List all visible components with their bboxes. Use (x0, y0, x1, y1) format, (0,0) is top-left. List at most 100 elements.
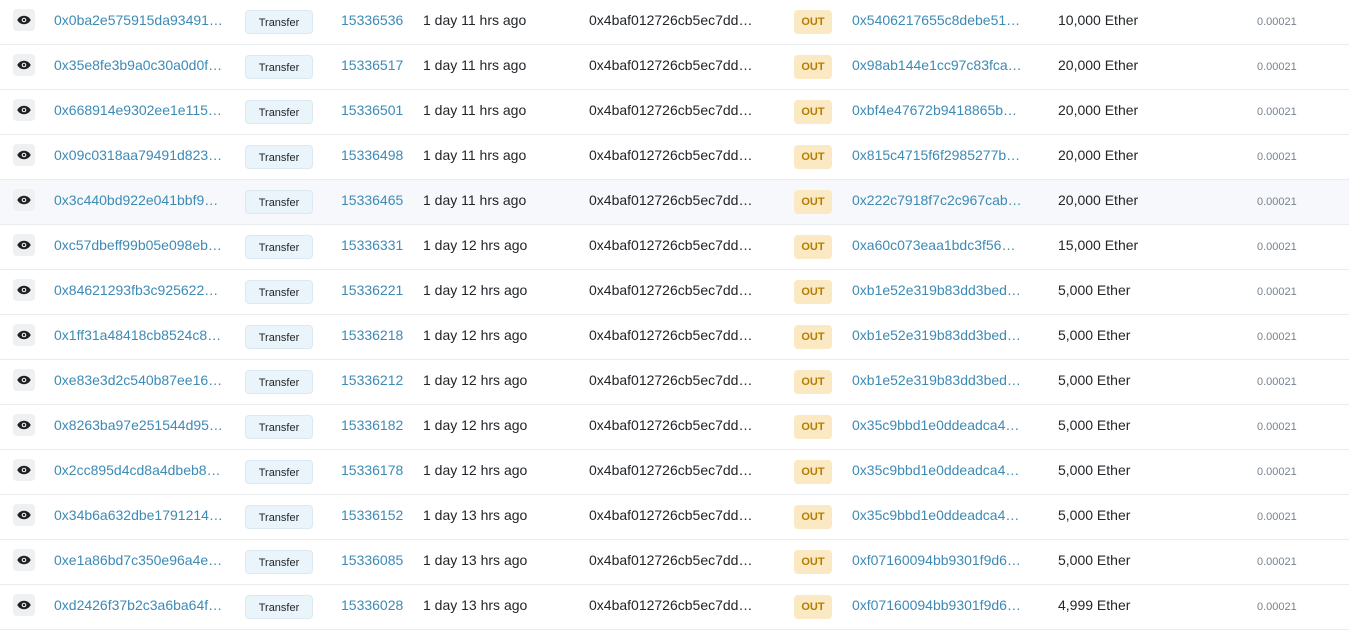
age-text: 1 day 11 hrs ago (423, 102, 527, 118)
eye-icon (17, 285, 31, 295)
age-text: 1 day 13 hrs ago (423, 507, 528, 523)
direction-badge: OUT (794, 370, 832, 394)
txn-hash-link[interactable]: 0x3c440bd922e041bbf9… (54, 180, 218, 225)
from-address: 0x4baf012726cb5ec7dd… (589, 552, 753, 568)
table-row: 0x1ff31a48418cb8524c8… Transfer 15336218… (0, 315, 1349, 360)
table-row: 0x34b6a632dbe1791214… Transfer 15336152 … (0, 495, 1349, 540)
to-address-link[interactable]: 0xb1e52e319b83dd3bed… (852, 360, 1021, 405)
table-row: 0x0ba2e575915da93491… Transfer 15336536 … (0, 0, 1349, 45)
method-badge: Transfer (245, 190, 313, 214)
age-text: 1 day 11 hrs ago (423, 192, 527, 208)
value-text: 20,000 Ether (1058, 57, 1139, 73)
direction-badge: OUT (794, 100, 832, 124)
block-link[interactable]: 15336501 (341, 90, 403, 135)
direction-badge: OUT (794, 10, 832, 34)
value-text: 5,000 Ether (1058, 417, 1131, 433)
txn-hash-link[interactable]: 0x8263ba97e251544d95… (54, 405, 223, 450)
method-badge: Transfer (245, 55, 313, 79)
to-address-link[interactable]: 0xf07160094bb9301f9d6… (852, 540, 1021, 585)
txn-fee-text: 0.00021 (1257, 421, 1297, 433)
view-details-button[interactable] (13, 144, 35, 166)
txn-hash-link[interactable]: 0x2cc895d4cd8a4dbeb8… (54, 450, 221, 495)
value-text: 10,000 Ether (1058, 12, 1139, 28)
txn-hash-link[interactable]: 0x34b6a632dbe1791214… (54, 495, 223, 540)
table-row: 0x3c440bd922e041bbf9… Transfer 15336465 … (0, 180, 1349, 225)
from-address: 0x4baf012726cb5ec7dd… (589, 462, 753, 478)
eye-icon (17, 150, 31, 160)
view-details-button[interactable] (13, 324, 35, 346)
value-text: 5,000 Ether (1058, 282, 1131, 298)
to-address-link[interactable]: 0xb1e52e319b83dd3bed… (852, 270, 1021, 315)
to-address-link[interactable]: 0xb1e52e319b83dd3bed… (852, 315, 1021, 360)
to-address-link[interactable]: 0x222c7918f7c2c967cab… (852, 180, 1022, 225)
table-row: 0xe83e3d2c540b87ee16… Transfer 15336212 … (0, 360, 1349, 405)
view-details-button[interactable] (13, 234, 35, 256)
txn-fee-text: 0.00021 (1257, 331, 1297, 343)
block-link[interactable]: 15336218 (341, 315, 403, 360)
txn-hash-link[interactable]: 0x35e8fe3b9a0c30a0d0f… (54, 45, 222, 90)
block-link[interactable]: 15336028 (341, 585, 403, 630)
to-address-link[interactable]: 0xf07160094bb9301f9d6… (852, 585, 1021, 630)
from-address: 0x4baf012726cb5ec7dd… (589, 102, 753, 118)
to-address-link[interactable]: 0x5406217655c8debe51… (852, 0, 1020, 45)
view-details-button[interactable] (13, 369, 35, 391)
view-details-button[interactable] (13, 54, 35, 76)
value-text: 5,000 Ether (1058, 462, 1131, 478)
txn-hash-link[interactable]: 0xe83e3d2c540b87ee16… (54, 360, 222, 405)
to-address-link[interactable]: 0x98ab144e1cc97c83fca… (852, 45, 1022, 90)
to-address-link[interactable]: 0x35c9bbd1e0ddeadca4… (852, 450, 1019, 495)
block-link[interactable]: 15336536 (341, 0, 403, 45)
txn-hash-link[interactable]: 0x668914e9302ee1e115… (54, 90, 222, 135)
from-address: 0x4baf012726cb5ec7dd… (589, 327, 753, 343)
view-details-button[interactable] (13, 99, 35, 121)
to-address-link[interactable]: 0x815c4715f6f2985277b… (852, 135, 1020, 180)
eye-icon (17, 555, 31, 565)
txn-hash-link[interactable]: 0x84621293fb3c925622… (54, 270, 218, 315)
block-link[interactable]: 15336085 (341, 540, 403, 585)
method-badge: Transfer (245, 415, 313, 439)
txn-hash-link[interactable]: 0xe1a86bd7c350e96a4e… (54, 540, 222, 585)
method-badge: Transfer (245, 280, 313, 304)
transactions-table: 0x0ba2e575915da93491… Transfer 15336536 … (0, 0, 1349, 630)
view-details-button[interactable] (13, 459, 35, 481)
table-row: 0x668914e9302ee1e115… Transfer 15336501 … (0, 90, 1349, 135)
block-link[interactable]: 15336178 (341, 450, 403, 495)
block-link[interactable]: 15336152 (341, 495, 403, 540)
view-details-button[interactable] (13, 504, 35, 526)
view-details-button[interactable] (13, 549, 35, 571)
value-text: 5,000 Ether (1058, 552, 1131, 568)
to-address-link[interactable]: 0xbf4e47672b9418865b… (852, 90, 1017, 135)
block-link[interactable]: 15336212 (341, 360, 403, 405)
from-address: 0x4baf012726cb5ec7dd… (589, 507, 753, 523)
txn-hash-link[interactable]: 0x09c0318aa79491d823… (54, 135, 222, 180)
view-details-button[interactable] (13, 189, 35, 211)
direction-badge: OUT (794, 235, 832, 259)
block-link[interactable]: 15336182 (341, 405, 403, 450)
block-link[interactable]: 15336331 (341, 225, 403, 270)
txn-hash-link[interactable]: 0xc57dbeff99b05e098eb… (54, 225, 222, 270)
direction-badge: OUT (794, 415, 832, 439)
view-details-button[interactable] (13, 594, 35, 616)
block-link[interactable]: 15336465 (341, 180, 403, 225)
method-badge: Transfer (245, 325, 313, 349)
to-address-link[interactable]: 0x35c9bbd1e0ddeadca4… (852, 405, 1019, 450)
txn-hash-link[interactable]: 0x0ba2e575915da93491… (54, 0, 223, 45)
direction-badge: OUT (794, 190, 832, 214)
direction-badge: OUT (794, 505, 832, 529)
txn-hash-link[interactable]: 0xd2426f37b2c3a6ba64f… (54, 585, 222, 630)
view-details-button[interactable] (13, 9, 35, 31)
txn-fee-text: 0.00021 (1257, 286, 1297, 298)
view-details-button[interactable] (13, 279, 35, 301)
txn-hash-link[interactable]: 0x1ff31a48418cb8524c8… (54, 315, 221, 360)
block-link[interactable]: 15336517 (341, 45, 403, 90)
age-text: 1 day 11 hrs ago (423, 57, 527, 73)
from-address: 0x4baf012726cb5ec7dd… (589, 597, 753, 613)
value-text: 4,999 Ether (1058, 597, 1131, 613)
block-link[interactable]: 15336221 (341, 270, 403, 315)
txn-fee-text: 0.00021 (1257, 196, 1297, 208)
to-address-link[interactable]: 0xa60c073eaa1bdc3f56… (852, 225, 1015, 270)
block-link[interactable]: 15336498 (341, 135, 403, 180)
table-row: 0xd2426f37b2c3a6ba64f… Transfer 15336028… (0, 585, 1349, 630)
to-address-link[interactable]: 0x35c9bbd1e0ddeadca4… (852, 495, 1019, 540)
view-details-button[interactable] (13, 414, 35, 436)
